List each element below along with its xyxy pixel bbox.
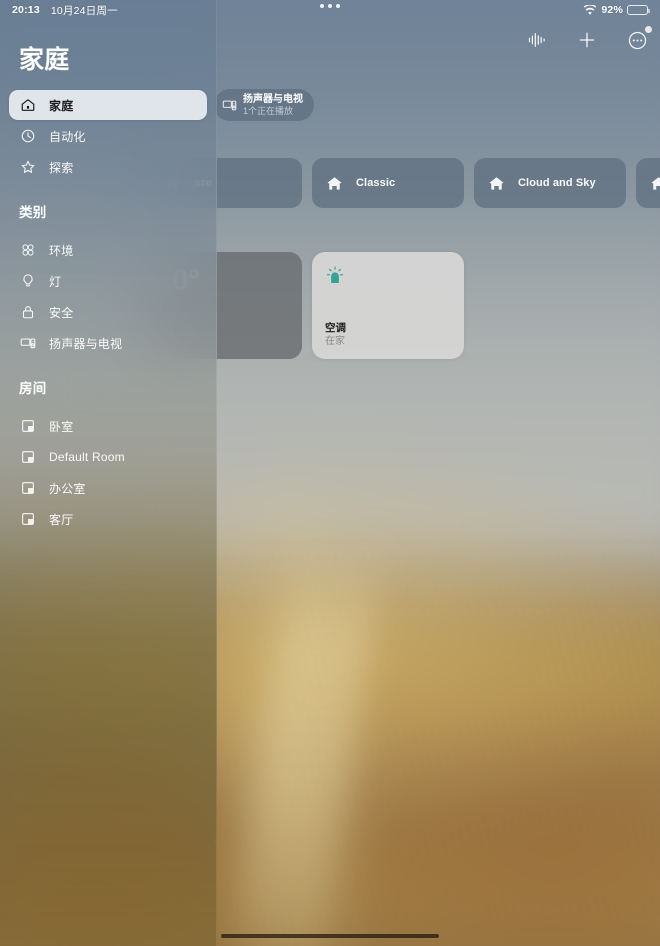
sidebar-item-label: 自动化 [49,129,86,144]
sidebar-item-living-room[interactable]: 客厅 [9,504,207,534]
scene-card[interactable]: Classic [312,158,464,208]
add-button[interactable] [574,27,600,53]
status-bar: 20:13 10月24日周一 92% [0,0,660,20]
multitask-handle[interactable] [0,4,660,8]
sidebar-item-label: 扬声器与电视 [49,336,123,351]
sidebar-item-default-room[interactable]: Default Room [9,442,207,472]
sidebar-nav-categories: 环境 灯 安全 扬声器与电视 [0,235,216,358]
house-icon [326,175,343,192]
sidebar-item-office[interactable]: 办公室 [9,473,207,503]
accessory-state: 在家 [325,336,345,347]
toolbar [524,20,652,60]
sidebar-item-label: 探索 [49,160,74,175]
scenes-row: aze Classic Cloud and Sky [150,158,660,208]
sidebar-section-rooms: 房间 [19,381,47,396]
automation-clock-icon [19,128,36,145]
home-indicator[interactable] [221,934,439,938]
sidebar-item-label: 环境 [49,243,74,258]
sidebar-nav-rooms: 卧室 Default Room 办公室 客厅 [0,411,216,534]
room-icon [19,480,36,497]
lightbulb-icon [19,273,36,290]
chip-subtitle: 1个正在播放 [243,106,294,117]
sidebar: 家庭 家庭 自动化 探索 类别 环境 灯 安全 扬声器与电视 房间 卧室 Def… [0,0,217,946]
room-icon [19,418,36,435]
sidebar-item-label: Default Room [49,450,125,464]
sidebar-item-bedroom[interactable]: 卧室 [9,411,207,441]
sidebar-item-climate[interactable]: 环境 [9,235,207,265]
climate-fan-icon [19,242,36,259]
sidebar-item-automation[interactable]: 自动化 [9,121,207,151]
sidebar-item-security[interactable]: 安全 [9,297,207,327]
sidebar-item-speakers-tv[interactable]: 扬声器与电视 [9,328,207,358]
siri-waveform-button[interactable] [524,27,550,53]
house-icon [19,97,36,114]
sidebar-item-home[interactable]: 家庭 [9,90,207,120]
speaker-tv-icon [222,98,237,113]
scene-label: Classic [356,177,396,189]
scene-card[interactable] [636,158,660,208]
sidebar-item-label: 灯 [49,274,62,289]
speaker-tv-icon [19,335,36,352]
sidebar-item-label: 办公室 [49,481,86,496]
sidebar-item-label: 安全 [49,305,74,320]
sidebar-nav-main: 家庭 自动化 探索 [0,90,216,182]
lock-icon [19,304,36,321]
room-icon [19,449,36,466]
page-title: 家庭 [19,46,70,74]
house-icon [488,175,505,192]
house-icon [650,175,660,192]
room-icon [19,511,36,528]
sidebar-item-label: 客厅 [49,512,74,527]
accessory-name: 空调 [325,322,346,335]
scene-label: Cloud and Sky [518,177,596,189]
climate-ac-icon [324,265,346,287]
sidebar-item-label: 卧室 [49,419,74,434]
more-options-button[interactable] [624,26,652,53]
air-conditioner-tile[interactable]: 空调 在家 [312,252,464,359]
sidebar-section-categories: 类别 [19,205,47,220]
scene-card[interactable]: Cloud and Sky [474,158,626,208]
star-icon [19,159,36,176]
chip-title: 扬声器与电视 [243,93,303,105]
home-app-window: 扬声器与电视 1个正在播放 aze Classic [0,0,660,946]
sidebar-item-discover[interactable]: 探索 [9,152,207,182]
notification-badge [645,26,652,33]
sidebar-item-label: 家庭 [49,98,74,113]
sidebar-item-lights[interactable]: 灯 [9,266,207,296]
speaker-status-chip[interactable]: 扬声器与电视 1个正在播放 [214,89,314,121]
